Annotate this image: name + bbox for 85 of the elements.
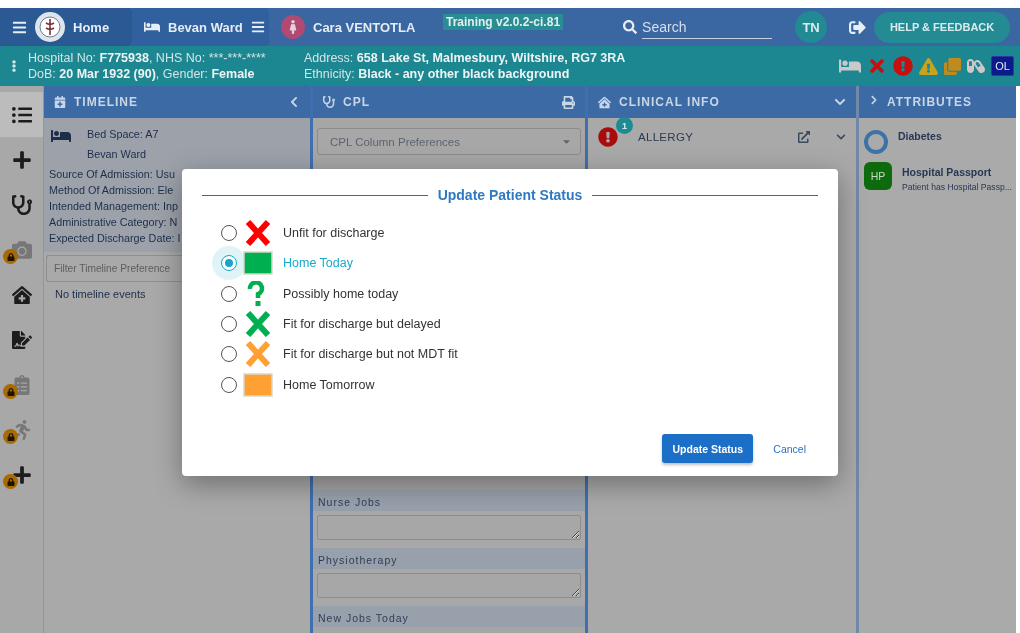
logout-icon[interactable] — [849, 18, 867, 36]
cross-icon — [243, 220, 273, 247]
section-heading: Nurse Jobs — [313, 490, 585, 511]
cross-icon — [243, 311, 273, 338]
print-icon[interactable] — [562, 95, 575, 109]
lock-icon — [3, 429, 18, 444]
alert-badge[interactable]: OL — [991, 56, 1014, 76]
option-label: Unfit for discharge — [283, 226, 385, 241]
lock-icon — [3, 384, 18, 399]
cancel-button[interactable]: Cancel — [773, 442, 806, 455]
section-heading: Physiotherapy — [313, 548, 585, 569]
option-label: Fit for discharge but delayed — [283, 317, 441, 332]
breadcrumb-link[interactable]: Bevan Ward — [168, 19, 243, 35]
search-icon — [623, 20, 638, 34]
user-avatar[interactable]: TN — [795, 11, 828, 43]
expand-icon[interactable] — [834, 96, 846, 108]
bed-space: Bed Space: A7 — [87, 127, 159, 142]
list-icon[interactable] — [11, 104, 32, 125]
stethoscope-icon[interactable] — [11, 194, 32, 215]
count-badge: 1 — [616, 117, 633, 134]
breadcrumb-link[interactable]: Cara VENTOTLA — [313, 19, 416, 35]
menu-button[interactable] — [12, 19, 27, 35]
option-label: Possibly home today — [283, 286, 399, 301]
option-label: Fit for discharge but not MDT fit — [283, 347, 458, 362]
radio-button[interactable] — [221, 346, 237, 363]
admission-detail: Intended Management: Inp — [49, 199, 179, 214]
help-button[interactable]: HELP & FEEDBACK — [874, 11, 1011, 43]
ward-name: Bevan Ward — [87, 147, 146, 162]
collapse-icon[interactable] — [288, 96, 300, 108]
patient-detail: DoB: 20 Mar 1932 (90), Gender: Female — [28, 67, 256, 81]
admission-detail: Source Of Admission: Usu — [49, 167, 175, 182]
menu-button[interactable] — [250, 20, 265, 34]
option-label: Home Today — [283, 256, 353, 271]
admission-detail: Method Of Admission: Ele — [49, 183, 174, 198]
cross-icon — [243, 341, 273, 368]
clinic-icon[interactable] — [11, 284, 32, 305]
initials-badge: HP — [864, 162, 892, 190]
dialog-title: Update Patient Status — [437, 187, 583, 203]
ring-icon — [864, 130, 888, 154]
column-select[interactable]: CPL Column Preferences — [317, 128, 581, 155]
attribute-title: Hospital Passport — [902, 166, 993, 178]
radio-button[interactable] — [221, 316, 237, 333]
patient-detail: Ethnicity: Black - any other black background — [304, 67, 571, 81]
expand-icon[interactable] — [836, 132, 846, 142]
external-link-icon[interactable] — [798, 131, 810, 143]
update-status-button[interactable]: Update Status — [662, 434, 754, 463]
sidebar-item[interactable] — [0, 92, 43, 137]
panel-title: ATTRIBUTES — [887, 95, 973, 109]
admission-detail: Administrative Category: N — [49, 215, 178, 230]
plus-icon[interactable] — [11, 464, 32, 485]
notes-field[interactable] — [317, 515, 581, 540]
breadcrumb-link[interactable]: Home — [73, 19, 110, 35]
calendar-icon — [54, 96, 66, 108]
lock-icon — [3, 474, 18, 489]
person-icon — [281, 15, 305, 39]
environment-badge: Training v2.0.2-ci.81 — [443, 14, 564, 30]
radio-button[interactable] — [221, 285, 237, 302]
square-icon — [243, 250, 273, 277]
radio-button[interactable] — [221, 376, 237, 393]
section-heading: New Jobs Today — [313, 606, 585, 627]
plus-icon[interactable] — [11, 149, 32, 170]
filter-field[interactable]: Filter Timeline Preference — [46, 255, 182, 282]
attribute-title: Diabetes — [898, 130, 942, 142]
panel-title: TIMELINE — [74, 95, 138, 109]
lock-icon — [3, 249, 18, 264]
stethoscope-icon — [323, 96, 335, 108]
panel-title: CLINICAL INFO — [619, 95, 720, 109]
alert-icon — [598, 127, 618, 147]
bed-icon — [144, 19, 160, 35]
notes-field[interactable] — [317, 573, 581, 598]
attribute-subtitle: Patient has Hospital Passp... — [902, 182, 1012, 192]
logo-icon — [35, 12, 65, 42]
search-field[interactable]: Search — [642, 15, 773, 39]
patient-detail: Address: 658 Lake St, Malmesbury, Wiltshire, RG7 3RA — [304, 51, 627, 65]
capsule-icon[interactable] — [967, 57, 986, 75]
square-icon — [243, 371, 273, 398]
patient-detail: Hospital No: F775938, NHS No: ***-***-**** — [28, 51, 267, 65]
expand-icon[interactable] — [869, 95, 879, 105]
clinical-item-title: ALLERGY — [638, 131, 694, 143]
signature-icon[interactable] — [11, 329, 32, 350]
clinic-icon — [598, 95, 611, 109]
panel-title: CPL — [343, 95, 370, 109]
option-label: Home Tomorrow — [283, 377, 375, 392]
empty-message: No timeline events — [55, 288, 146, 300]
radio-button[interactable] — [221, 225, 237, 242]
